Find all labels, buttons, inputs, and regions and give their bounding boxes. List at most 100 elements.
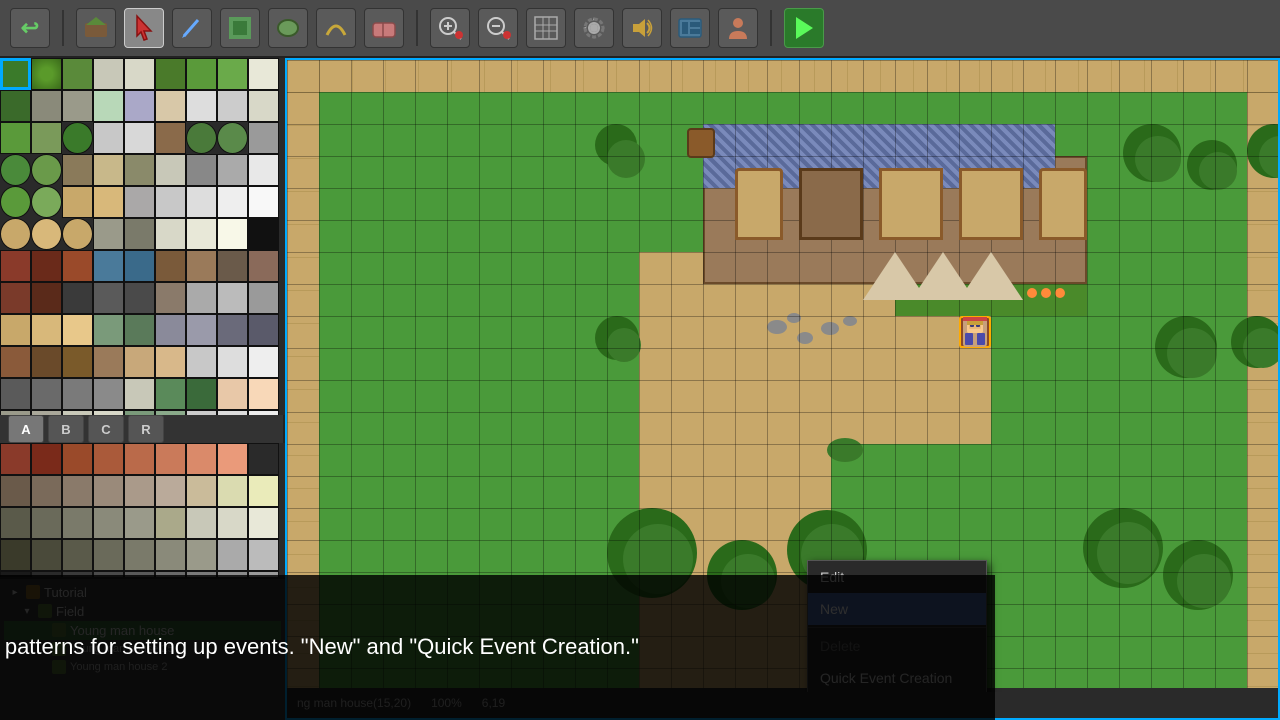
tile-cell[interactable] [248,378,279,410]
tile-cell[interactable] [0,58,31,90]
tile-cell[interactable] [155,122,186,154]
tile-cell[interactable] [124,314,155,346]
tile-cell[interactable] [248,346,279,378]
tile-cell[interactable] [62,154,93,186]
arc-button[interactable] [316,8,356,48]
tile-cell[interactable] [186,282,217,314]
tile-cell[interactable] [155,58,186,90]
palette-tab-r[interactable]: R [128,415,164,443]
tile-lower[interactable] [217,475,248,507]
tile-cell[interactable] [124,346,155,378]
tile-lower[interactable] [93,475,124,507]
tile-cell[interactable] [124,218,155,250]
settings-button[interactable] [574,8,614,48]
tile-lower[interactable] [186,507,217,539]
tile-palette-upper[interactable] [0,58,285,415]
tile-cell[interactable] [93,218,124,250]
tile-cell[interactable] [62,90,93,122]
tile-lower[interactable] [155,475,186,507]
tile-lower[interactable] [62,539,93,571]
tile-cell[interactable] [0,154,31,186]
tile-cell[interactable] [0,186,31,218]
tile-cell[interactable] [31,346,62,378]
tile-lower[interactable] [155,507,186,539]
pencil-button[interactable] [172,8,212,48]
play-button[interactable] [784,8,824,48]
tile-lower[interactable] [248,443,279,475]
tile-lower[interactable] [124,475,155,507]
tile-cell[interactable] [248,250,279,282]
tile-lower[interactable] [93,507,124,539]
tile-cell[interactable] [0,122,31,154]
tile-cell[interactable] [93,346,124,378]
tile-lower[interactable] [0,507,31,539]
tile-cell[interactable] [217,346,248,378]
tile-cell[interactable] [217,154,248,186]
tile-cell[interactable] [62,122,93,154]
tile-cell[interactable] [62,282,93,314]
tile-cell[interactable] [31,122,62,154]
tile-cell[interactable] [31,154,62,186]
tile-cell[interactable] [217,90,248,122]
tile-cell[interactable] [155,282,186,314]
tile-cell[interactable] [124,250,155,282]
tile-cell[interactable] [31,90,62,122]
tile-cell[interactable] [93,250,124,282]
undo-button[interactable]: ↩ [10,8,50,48]
tile-lower[interactable] [31,443,62,475]
tile-lower[interactable] [31,475,62,507]
tile-cell[interactable] [155,90,186,122]
tile-cell[interactable] [62,314,93,346]
tile-cell[interactable] [217,250,248,282]
tile-lower[interactable] [217,507,248,539]
tile-lower[interactable] [31,539,62,571]
resource-button[interactable] [670,8,710,48]
tile-lower[interactable] [186,539,217,571]
tile-cell[interactable] [0,378,31,410]
tile-lower[interactable] [62,507,93,539]
tile-cell[interactable] [248,58,279,90]
tile-cell[interactable] [31,314,62,346]
ellipse-button[interactable] [268,8,308,48]
tile-cell[interactable] [124,122,155,154]
tile-cell[interactable] [186,218,217,250]
tile-cell[interactable] [186,58,217,90]
tile-cell[interactable] [155,378,186,410]
tile-cell[interactable] [217,122,248,154]
tile-cell[interactable] [62,58,93,90]
tile-cell[interactable] [93,314,124,346]
tile-lower[interactable] [155,443,186,475]
tile-cell[interactable] [31,58,62,90]
tile-cell[interactable] [62,346,93,378]
tile-cell[interactable] [155,314,186,346]
tile-cell[interactable] [186,346,217,378]
tile-cell[interactable] [186,186,217,218]
tile-cell[interactable] [93,186,124,218]
tile-cell[interactable] [186,90,217,122]
character-button[interactable] [718,8,758,48]
tile-lower[interactable] [186,475,217,507]
tile-cell[interactable] [62,250,93,282]
tile-palette-lower[interactable] [0,443,285,576]
tile-cell[interactable] [155,250,186,282]
palette-tab-b[interactable]: B [48,415,84,443]
palette-tab-a[interactable]: A [8,415,44,443]
tile-cell[interactable] [155,154,186,186]
tile-lower[interactable] [0,539,31,571]
tile-cell[interactable] [186,122,217,154]
tile-lower[interactable] [124,507,155,539]
tile-cell[interactable] [62,186,93,218]
tile-cell[interactable] [217,218,248,250]
tile-cell[interactable] [155,346,186,378]
tile-cell[interactable] [62,218,93,250]
tile-cell[interactable] [31,378,62,410]
tile-cell[interactable] [124,186,155,218]
palette-tab-c[interactable]: C [88,415,124,443]
tile-cell[interactable] [186,250,217,282]
tile-cell[interactable] [62,378,93,410]
tile-lower[interactable] [155,539,186,571]
eraser-button[interactable] [364,8,404,48]
tile-lower[interactable] [0,475,31,507]
tile-cell[interactable] [93,122,124,154]
pointer-button[interactable] [124,8,164,48]
